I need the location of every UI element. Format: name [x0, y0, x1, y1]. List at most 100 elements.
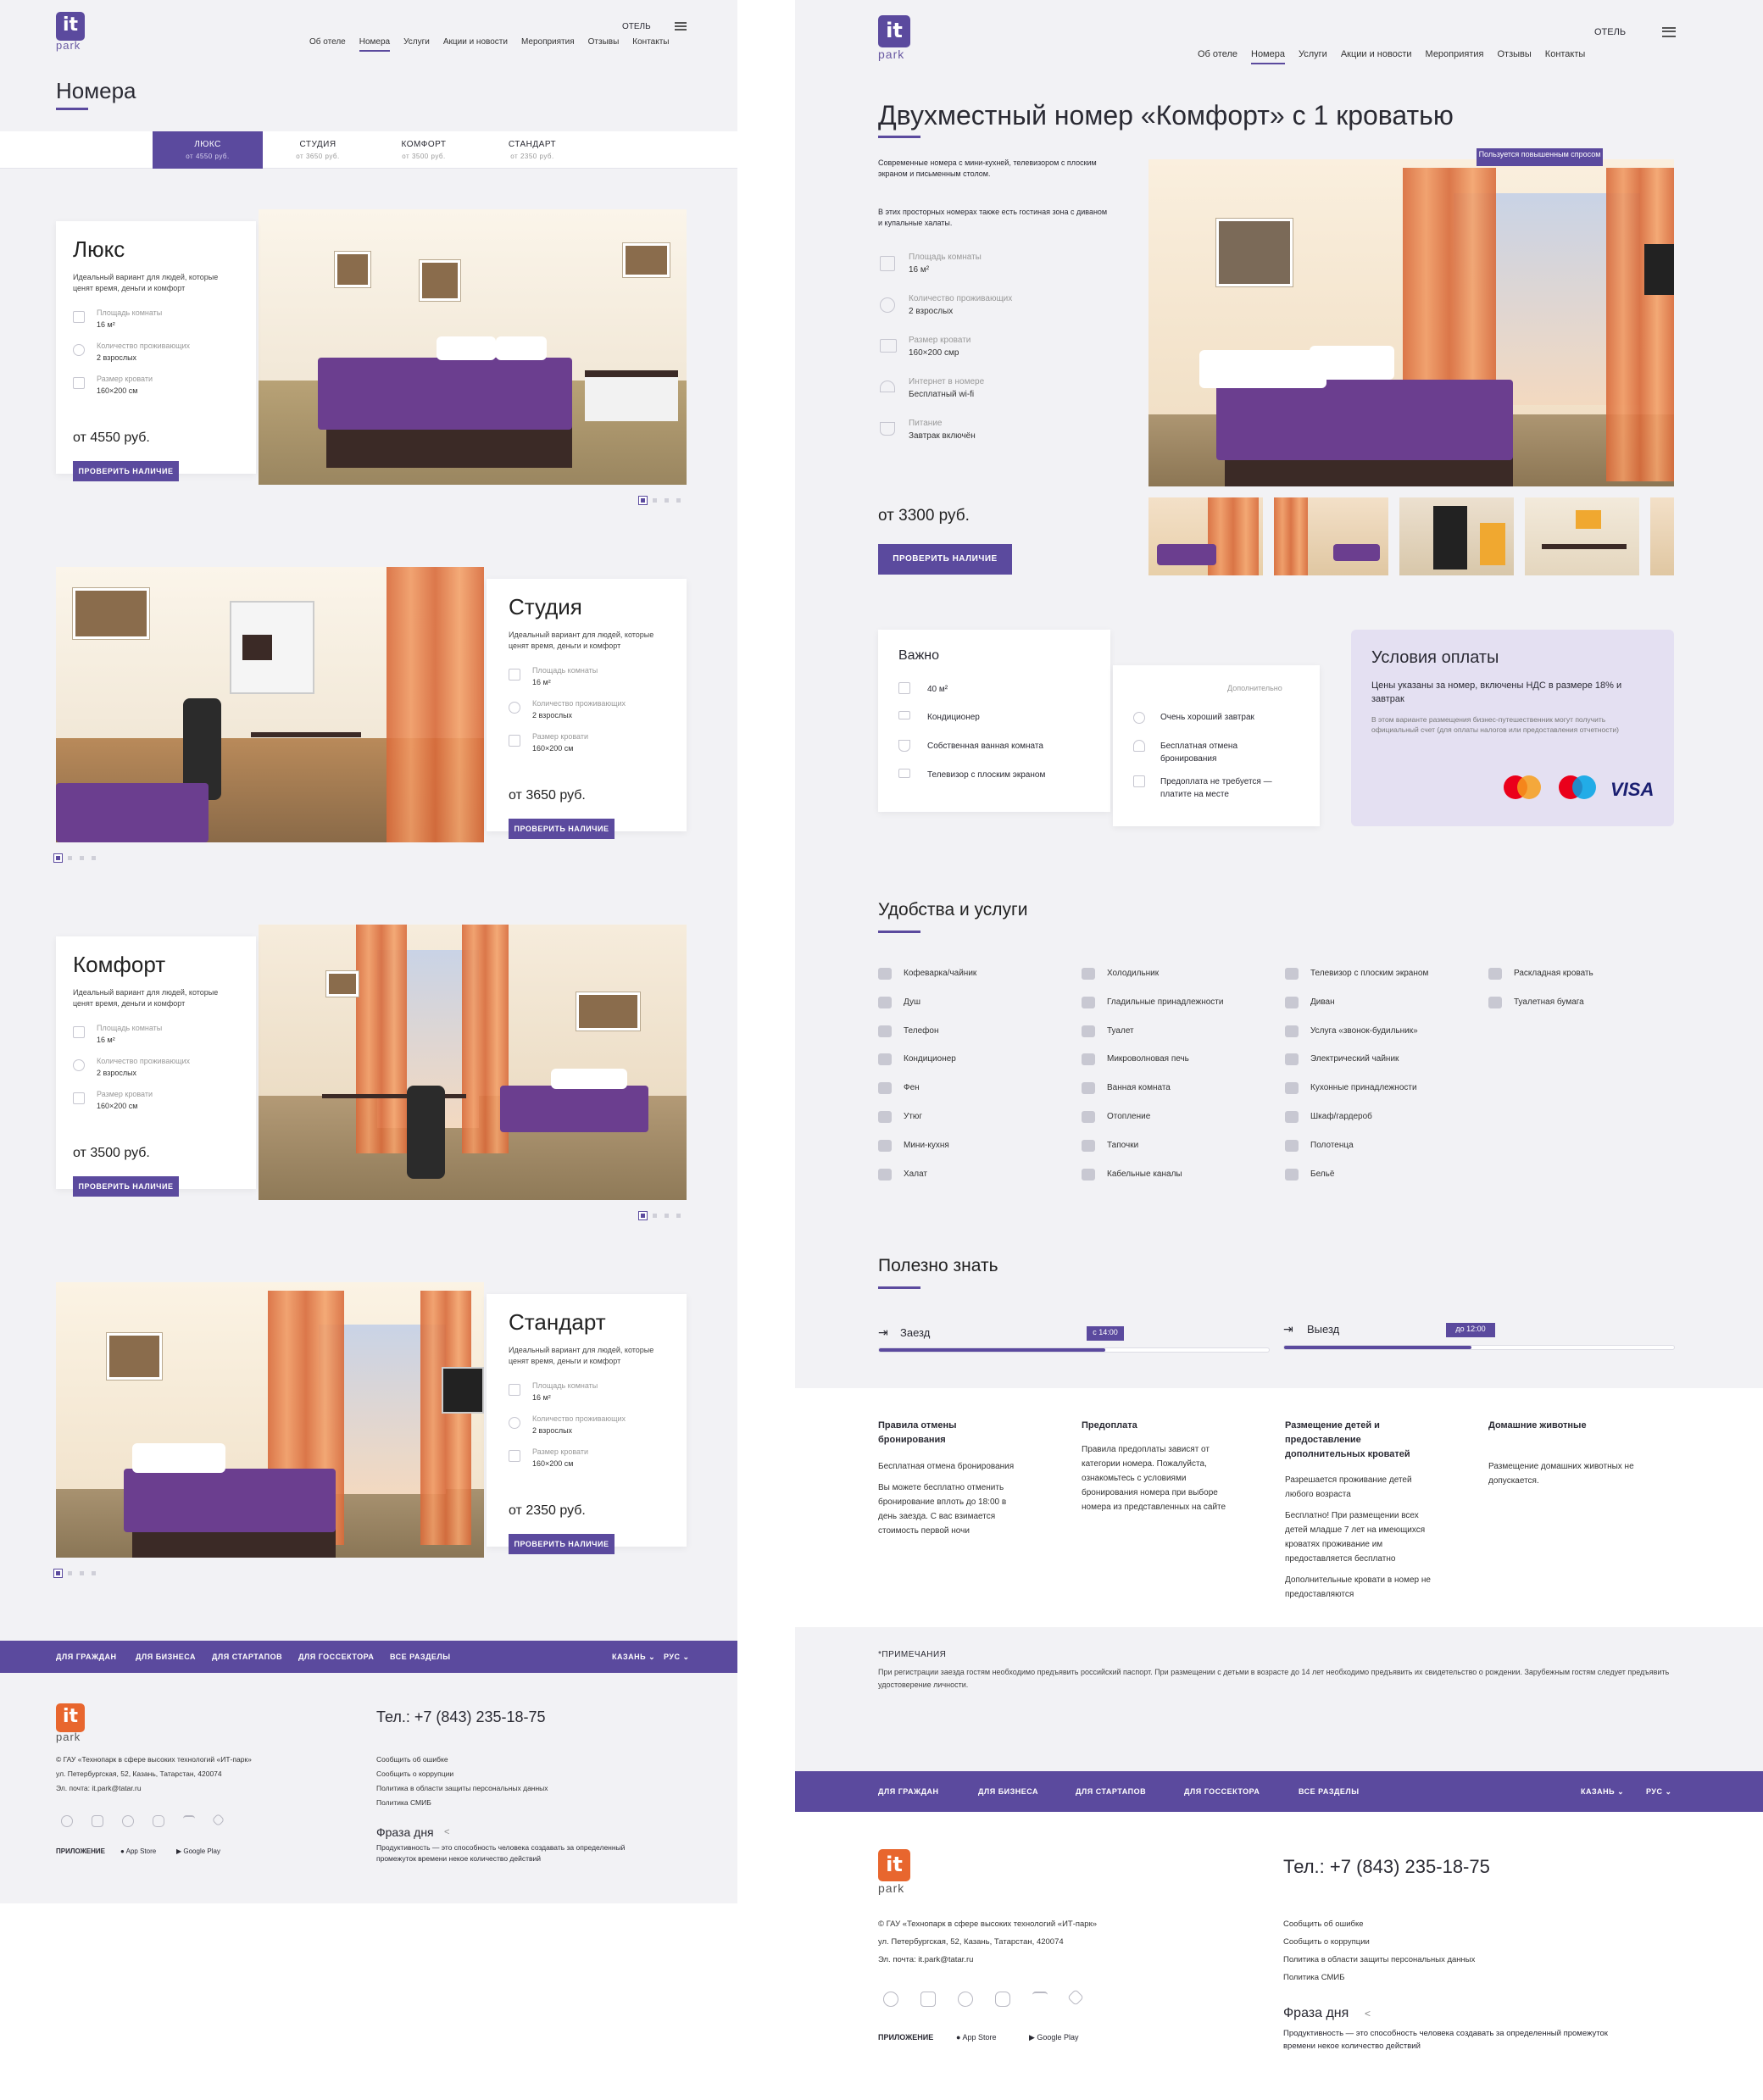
report-corruption-link[interactable]: Сообщить о коррупции — [376, 1767, 548, 1781]
footer-link-startups[interactable]: ДЛЯ СТАРТАПОВ — [1076, 1771, 1146, 1812]
footer-logo[interactable]: it — [56, 1703, 85, 1732]
nav-services[interactable]: Услуги — [403, 37, 430, 47]
hotel-label[interactable]: ОТЕЛЬ — [622, 22, 651, 31]
smib-policy-link[interactable]: Политика СМИБ — [376, 1796, 548, 1810]
nav-services[interactable]: Услуги — [1299, 49, 1327, 59]
nav-rooms[interactable]: Номера — [1251, 49, 1285, 64]
thumbnail-1[interactable] — [1148, 497, 1263, 575]
facebook-icon[interactable] — [958, 1992, 973, 2007]
app-store-link[interactable]: ● App Store — [956, 2033, 996, 2042]
amenity-item: Полотенца — [1310, 1140, 1354, 1150]
privacy-policy-link[interactable]: Политика в области защиты персональных д… — [1283, 1951, 1475, 1969]
google-play-link[interactable]: ▶ Google Play — [1029, 2033, 1078, 2042]
thumbnail-2[interactable] — [1274, 497, 1388, 575]
instagram-icon[interactable] — [61, 1815, 73, 1827]
check-availability-button[interactable]: ПРОВЕРИТЬ НАЛИЧИЕ — [73, 1176, 179, 1197]
city-select[interactable]: КАЗАНЬ ⌄ — [612, 1641, 655, 1673]
amenity-item: Телефон — [904, 1025, 939, 1036]
city-select[interactable]: КАЗАНЬ ⌄ — [1581, 1771, 1624, 1812]
thumbnail-5[interactable] — [1650, 497, 1674, 575]
footer-link-startups[interactable]: ДЛЯ СТАРТАПОВ — [212, 1641, 282, 1673]
report-error-link[interactable]: Сообщить об ошибке — [1283, 1915, 1475, 1933]
footer-link-gov[interactable]: ДЛЯ ГОССЕКТОРА — [1184, 1771, 1260, 1812]
tab-comfort[interactable]: КОМФОРТ от 3500 руб. — [369, 131, 479, 169]
nav-events[interactable]: Мероприятия — [1426, 49, 1484, 59]
thumbnail-3[interactable] — [1399, 497, 1514, 575]
nav-reviews[interactable]: Отзывы — [1498, 49, 1532, 59]
slider-dots[interactable] — [641, 1214, 688, 1218]
check-availability-button[interactable]: ПРОВЕРИТЬ НАЛИЧИЕ — [509, 1534, 615, 1554]
thumbnail-4[interactable] — [1525, 497, 1639, 575]
footer-link-citizens[interactable]: ДЛЯ ГРАЖДАН — [878, 1771, 939, 1812]
lang-select[interactable]: РУС ⌄ — [1646, 1771, 1672, 1812]
room-photo-studio[interactable] — [56, 567, 484, 842]
hotel-label[interactable]: ОТЕЛЬ — [1594, 27, 1626, 37]
room-photo-comfort[interactable] — [259, 925, 687, 1200]
slider-dots[interactable] — [641, 498, 688, 503]
extra-item: Бесплатная отмена бронирования — [1160, 742, 1238, 764]
rule-text: Разрешается проживание детей любого возр… — [1285, 1475, 1412, 1499]
menu-icon[interactable] — [675, 22, 687, 31]
share-icon[interactable]: < — [444, 1827, 449, 1837]
wifi-icon — [880, 381, 895, 392]
logo-mark: it — [62, 14, 79, 36]
logo[interactable]: it — [56, 12, 85, 41]
nav-events[interactable]: Мероприятия — [521, 37, 575, 47]
check-availability-button[interactable]: ПРОВЕРИТЬ НАЛИЧИЕ — [509, 819, 615, 839]
youtube-icon[interactable] — [995, 1992, 1010, 2007]
twitter-icon[interactable] — [1032, 1992, 1048, 2007]
google-play-link[interactable]: ▶ Google Play — [176, 1847, 220, 1855]
footer-link-citizens[interactable]: ДЛЯ ГРАЖДАН — [56, 1641, 117, 1673]
nav-reviews[interactable]: Отзывы — [588, 37, 620, 47]
footer-phone[interactable]: Тел.: +7 (843) 235-18-75 — [1283, 1856, 1490, 1878]
footer-link-all[interactable]: ВСЕ РАЗДЕЛЫ — [390, 1641, 451, 1673]
slider-dots[interactable] — [56, 1571, 103, 1575]
notes-text: При регистрации заезда гостям необходимо… — [878, 1668, 1670, 1689]
slider-dots[interactable] — [56, 856, 103, 860]
footer-link-business[interactable]: ДЛЯ БИЗНЕСА — [136, 1641, 196, 1673]
footer-link-business[interactable]: ДЛЯ БИЗНЕСА — [978, 1771, 1038, 1812]
lang-select[interactable]: РУС ⌄ — [664, 1641, 690, 1673]
footer-link-all[interactable]: ВСЕ РАЗДЕЛЫ — [1299, 1771, 1360, 1812]
check-availability-button[interactable]: ПРОВЕРИТЬ НАЛИЧИЕ — [73, 461, 179, 481]
nav-contacts[interactable]: Контакты — [632, 37, 669, 47]
youtube-icon[interactable] — [153, 1815, 164, 1827]
share-icon[interactable]: < — [1365, 2008, 1371, 2019]
footer-phone[interactable]: Тел.: +7 (843) 235-18-75 — [376, 1708, 546, 1726]
instagram-icon[interactable] — [883, 1992, 898, 2007]
privacy-policy-link[interactable]: Политика в области защиты персональных д… — [376, 1781, 548, 1796]
nav-rooms[interactable]: Номера — [359, 37, 391, 52]
app-store-link[interactable]: ● App Store — [120, 1847, 156, 1855]
tab-studio[interactable]: СТУДИЯ от 3650 руб. — [263, 131, 373, 169]
amenity-item: Ванная комната — [1107, 1083, 1171, 1093]
amenity-item: Фен — [904, 1083, 920, 1093]
vk-icon[interactable] — [92, 1815, 103, 1827]
room-photo-standard[interactable] — [56, 1282, 484, 1558]
nav-about[interactable]: Об отеле — [309, 37, 346, 47]
check-availability-button[interactable]: ПРОВЕРИТЬ НАЛИЧИЕ — [878, 544, 1012, 575]
org-email[interactable]: Эл. почта: it.park@tatar.ru — [878, 1951, 1097, 1969]
nav-contacts[interactable]: Контакты — [1545, 49, 1586, 59]
facebook-icon[interactable] — [122, 1815, 134, 1827]
footer-link-gov[interactable]: ДЛЯ ГОССЕКТОРА — [298, 1641, 374, 1673]
room-main-photo[interactable] — [1148, 159, 1674, 486]
telegram-icon[interactable] — [211, 1813, 225, 1827]
tab-lux[interactable]: ЛЮКС от 4550 руб. — [153, 131, 263, 169]
nav-news[interactable]: Акции и новости — [443, 37, 508, 47]
tab-price: от 3650 руб. — [296, 153, 340, 160]
report-error-link[interactable]: Сообщить об ошибке — [376, 1753, 548, 1767]
title-underline — [56, 108, 88, 110]
report-corruption-link[interactable]: Сообщить о коррупции — [1283, 1933, 1475, 1951]
vk-icon[interactable] — [920, 1992, 936, 2007]
room-photo-lux[interactable] — [259, 209, 687, 485]
org-email[interactable]: Эл. почта: it.park@tatar.ru — [56, 1781, 252, 1796]
nav-about[interactable]: Об отеле — [1198, 49, 1237, 59]
footer-logo[interactable]: it — [878, 1849, 910, 1881]
twitter-icon[interactable] — [183, 1815, 195, 1827]
tab-standard[interactable]: СТАНДАРТ от 2350 руб. — [477, 131, 587, 169]
room-desc: Идеальный вариант для людей, которые цен… — [509, 1346, 654, 1365]
smib-policy-link[interactable]: Политика СМИБ — [1283, 1969, 1475, 1986]
nav-news[interactable]: Акции и новости — [1341, 49, 1412, 59]
menu-icon[interactable] — [1662, 27, 1676, 37]
logo[interactable]: it — [878, 15, 910, 47]
